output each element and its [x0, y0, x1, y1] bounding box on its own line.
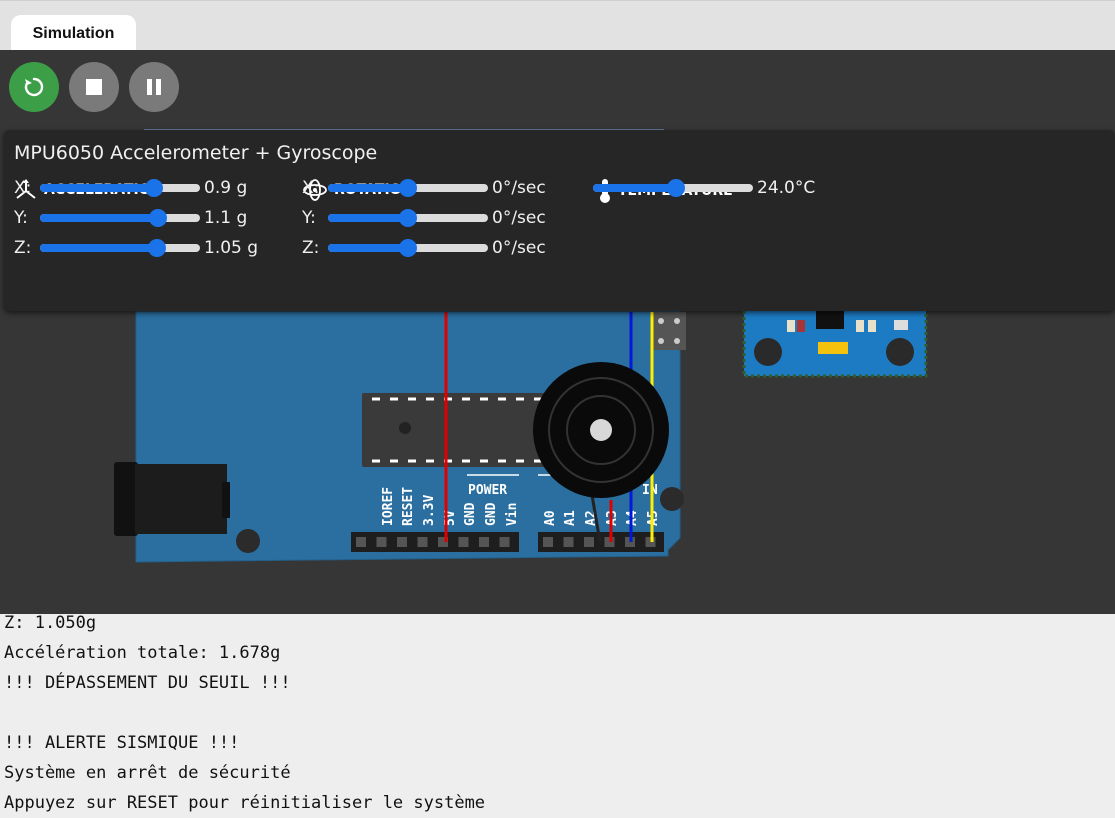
serial-line: Système en arrêt de sécurité [4, 763, 291, 783]
tab-bar: Simulation [0, 0, 1115, 51]
header-pin[interactable] [356, 537, 366, 547]
rotation-y-axis-label: Y: [302, 208, 316, 228]
header-pin[interactable] [584, 537, 594, 547]
rotation-y-slider[interactable] [328, 209, 488, 227]
power-header [351, 532, 519, 552]
serial-line: !!! DÉPASSEMENT DU SEUIL !!! [4, 673, 291, 693]
power-pin-label: RESET [401, 487, 416, 526]
rotation-x-row: X: 0°/sec [302, 176, 546, 200]
power-pin-label: Vin [505, 503, 520, 526]
pause-button[interactable] [129, 62, 179, 112]
accel-y-slider[interactable] [40, 209, 200, 227]
accel-x-slider[interactable] [40, 179, 200, 197]
power-pin-label: GND [463, 502, 478, 526]
panel-title: MPU6050 Accelerometer + Gyroscope [14, 142, 378, 164]
mpu6050-module[interactable] [742, 302, 928, 378]
accel-z-value: 1.05 g [204, 238, 259, 258]
accel-z-row: Z: 1.05 g [14, 236, 258, 260]
pause-icon [147, 79, 161, 95]
simulation-canvas[interactable]: POWER IN IOREF RESET 3.3V 5V GND GND Vin A0 A1 A… [0, 50, 1115, 614]
tab-simulation[interactable]: Simulation [11, 15, 136, 51]
rotation-x-value: 0°/sec [492, 178, 546, 198]
rotation-z-value: 0°/sec [492, 238, 546, 258]
accel-x-row: X: 0.9 g [14, 176, 247, 200]
rotation-x-axis-label: X: [302, 178, 320, 198]
slider-thumb[interactable] [399, 239, 417, 257]
serial-monitor: Z: 1.050g Accélération totale: 1.678g !!! … [0, 614, 1115, 818]
analog-pin-label: A1 [563, 510, 578, 526]
buzzer[interactable] [533, 362, 669, 498]
accel-y-value: 1.1 g [204, 208, 248, 228]
accel-z-axis-label: Z: [14, 238, 32, 258]
rotation-y-value: 0°/sec [492, 208, 546, 228]
mpu6050-control-panel: MPU6050 Accelerometer + Gyroscope ACCELE… [4, 129, 1115, 311]
slider-thumb[interactable] [667, 179, 686, 197]
slider-thumb[interactable] [149, 209, 168, 227]
header-pin[interactable] [479, 537, 489, 547]
power-jack [114, 462, 230, 536]
power-pin-label: GND [484, 502, 499, 526]
rotation-y-row: Y: 0°/sec [302, 206, 546, 230]
slider-thumb[interactable] [144, 179, 163, 197]
stop-button[interactable] [69, 62, 119, 112]
temperature-row: 24.0°C [593, 176, 815, 200]
header-pin[interactable] [499, 537, 510, 547]
serial-line: Accélération totale: 1.678g [4, 643, 281, 663]
rotation-z-slider[interactable] [328, 239, 488, 257]
header-pin[interactable] [417, 537, 428, 547]
serial-line: Appuyez sur RESET pour réinitialiser le … [4, 793, 486, 813]
analog-header-label: IN [642, 483, 658, 498]
accel-y-axis-label: Y: [14, 208, 28, 228]
slider-thumb[interactable] [147, 239, 166, 257]
header-pin[interactable] [563, 537, 574, 547]
accel-y-row: Y: 1.1 g [14, 206, 247, 230]
analog-pin-label: A0 [543, 510, 558, 526]
rotation-z-row: Z: 0°/sec [302, 236, 546, 260]
serial-line: Z: 1.050g [4, 614, 97, 633]
accel-x-value: 0.9 g [204, 178, 248, 198]
restart-icon [24, 77, 44, 97]
restart-button[interactable] [9, 62, 59, 112]
temperature-value: 24.0°C [757, 178, 816, 198]
power-header-label: POWER [468, 483, 507, 498]
header-pin[interactable] [376, 537, 387, 547]
header-pin[interactable] [397, 537, 407, 547]
slider-thumb[interactable] [399, 179, 417, 197]
header-pin[interactable] [543, 537, 553, 547]
stop-icon [86, 79, 102, 95]
temperature-slider[interactable] [593, 179, 753, 197]
serial-line: !!! ALERTE SISMIQUE !!! [4, 733, 240, 753]
power-pin-label: 3.3V [422, 495, 437, 526]
slider-thumb[interactable] [399, 209, 417, 227]
analog-header [538, 532, 664, 552]
header-pin[interactable] [458, 537, 469, 547]
accel-z-slider[interactable] [40, 239, 200, 257]
power-pin-label: IOREF [381, 487, 396, 526]
rotation-z-axis-label: Z: [302, 238, 320, 258]
rotation-x-slider[interactable] [328, 179, 488, 197]
accel-x-axis-label: X: [14, 178, 32, 198]
